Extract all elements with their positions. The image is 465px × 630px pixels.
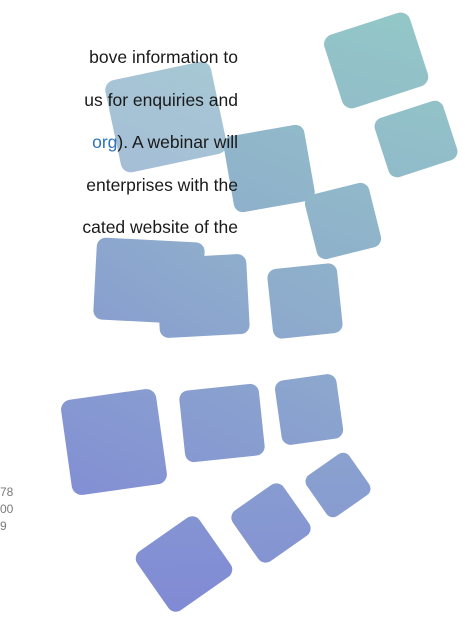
body-line-2: us for enquiries and — [84, 89, 238, 110]
footer-line-3: 9 — [0, 519, 7, 533]
body-paragraph: bove information to us for enquiries and… — [0, 36, 238, 249]
body-line-3: org). A webinar will — [92, 132, 238, 152]
body-line-5: cated website of the — [82, 217, 238, 237]
tile — [267, 263, 343, 339]
body-line-1: bove information to — [89, 47, 238, 67]
tile — [135, 516, 233, 612]
tile — [61, 389, 167, 495]
tile — [305, 452, 371, 518]
body-line-4: enterprises with the — [86, 174, 238, 195]
footer-line-1: 78 — [0, 485, 14, 499]
footer-line-2: 00 — [0, 502, 14, 516]
tile — [93, 237, 205, 325]
tile — [324, 12, 429, 109]
tile — [304, 182, 382, 260]
tile — [374, 100, 458, 178]
tile — [231, 483, 311, 563]
email-link[interactable]: org — [92, 132, 117, 152]
tile — [275, 374, 344, 445]
document-page: bove information to us for enquiries and… — [0, 0, 465, 630]
footer-contact: 78 00 9 — [0, 484, 30, 535]
tile — [179, 383, 265, 463]
tile — [156, 254, 250, 338]
